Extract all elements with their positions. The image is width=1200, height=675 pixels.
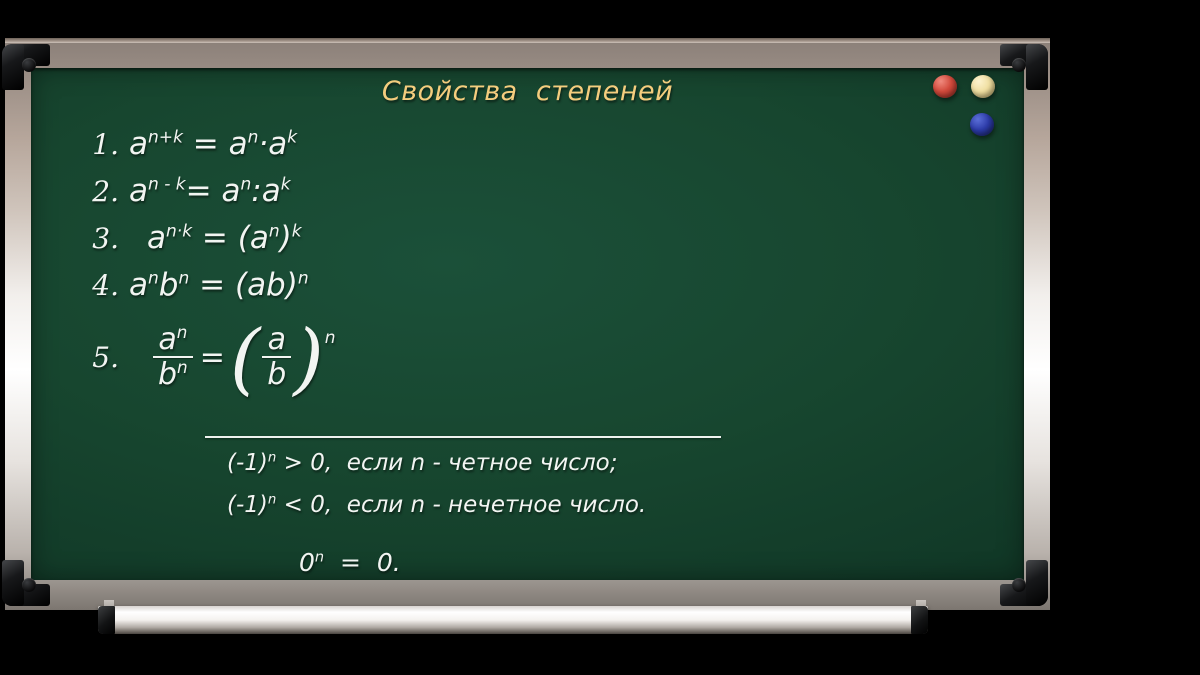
f2-exponent-n-minus-k: n - k — [148, 174, 186, 195]
bracket-stud-icon — [22, 58, 36, 72]
frac-left-den-base: b — [158, 357, 178, 392]
f4-exponent-n2: n — [178, 268, 190, 289]
bracket-arm-vertical — [1026, 44, 1048, 90]
note1-rest: > 0, если n - четное число; — [276, 450, 618, 476]
fraction-right: a b — [262, 321, 292, 392]
f1-exponent-n: n — [247, 127, 259, 148]
corner-bracket-bottom-left — [2, 560, 50, 606]
f1-base-a: a — [129, 126, 148, 162]
whiteboard-frame: Свойства степеней 1. an+k = an·ak 2. an … — [5, 38, 1050, 610]
bracket-arm-vertical — [1026, 560, 1048, 606]
formula-body-4: anbn = (ab)n — [129, 267, 309, 303]
magnet-red[interactable] — [933, 75, 957, 98]
frac-left-num-base: a — [158, 321, 177, 357]
f1-multiply-dot: · — [258, 126, 269, 162]
magnet-blue[interactable] — [970, 113, 994, 136]
f3-exponent-nk: n·k — [166, 221, 193, 242]
f1-equals: = — [182, 126, 229, 162]
formula-row-2: 2. an - k= an:ak — [31, 173, 771, 220]
big-paren-close: ) — [293, 313, 324, 404]
formula-number-3: 3. — [92, 222, 119, 255]
fraction-left-numerator: an — [153, 321, 192, 357]
formula-body-2: an - k= an:ak — [129, 173, 291, 209]
corner-bracket-top-right — [1000, 44, 1048, 90]
note3-exponent: n — [314, 549, 325, 566]
notes-section: (-1)n > 0, если n - четное число; (-1)n … — [31, 450, 1024, 580]
magnet-cream[interactable] — [971, 75, 995, 98]
fraction-left-denominator: bn — [153, 357, 193, 392]
note2-prefix: (-1) — [227, 492, 268, 518]
formula-list: 1. an+k = an·ak 2. an - k= an:ak 3. an·k… — [31, 126, 771, 400]
f1-exponent-nk: n+k — [148, 127, 183, 148]
f1-base-a2: a — [228, 126, 248, 162]
bracket-stud-icon — [1012, 578, 1026, 592]
f3-base-a: a — [147, 220, 166, 256]
f4-exponent-n3: n — [297, 268, 309, 289]
note-zero-power: 0n = 0. — [31, 534, 1024, 580]
fraction-equals: = — [199, 339, 225, 375]
page-title: Свойства степеней — [381, 76, 674, 107]
f2-base-a: a — [129, 173, 148, 209]
f2-base-a3: a — [261, 173, 281, 209]
screenshot-root: Свойства степеней 1. an+k = an·ak 2. an … — [0, 0, 1200, 675]
board-content: Свойства степеней 1. an+k = an·ak 2. an … — [31, 68, 1024, 580]
formula-body-3: an·k = (an)k — [129, 220, 302, 256]
formula-row-4: 4. anbn = (ab)n — [31, 267, 771, 314]
corner-bracket-bottom-right — [1000, 560, 1048, 606]
f1-base-a3: a — [268, 126, 288, 162]
f2-equals: = — [185, 173, 222, 209]
f3-equals: = — [192, 220, 238, 256]
fraction-right-denominator: b — [267, 357, 287, 392]
f1-exponent-k: k — [287, 127, 298, 148]
pen-tray-cap-right — [911, 606, 928, 634]
f3-exponent-k: k — [291, 221, 302, 242]
formula-number-5: 5. — [92, 340, 119, 374]
formula-number-4: 4. — [92, 269, 119, 302]
f2-divide-colon: : — [251, 173, 262, 209]
bracket-stud-icon — [1012, 58, 1026, 72]
bracket-stud-icon — [22, 578, 36, 592]
f4-equals: = — [189, 267, 235, 303]
formula-number-1: 1. — [92, 128, 119, 161]
note2-rest: < 0, если n - нечетное число. — [276, 492, 647, 518]
note3-rest: = 0. — [324, 548, 401, 577]
f2-base-a2: a — [221, 173, 241, 209]
f4-base-b: b — [158, 267, 179, 303]
f3-open-paren-a: (a — [237, 220, 269, 256]
formula-row-3: 3. an·k = (an)k — [31, 220, 771, 267]
formula-body-5: an bn = ( a b ) n — [151, 313, 336, 404]
formula-number-2: 2. — [92, 175, 119, 208]
corner-bracket-top-left — [2, 44, 50, 90]
note-even-exponent: (-1)n > 0, если n - четное число; — [31, 450, 1024, 492]
f4-base-a: a — [129, 267, 148, 303]
fraction-right-exponent: n — [324, 327, 336, 348]
fraction-left: an bn — [153, 321, 193, 392]
frac-left-num-exp: n — [176, 321, 188, 342]
note-odd-exponent: (-1)n < 0, если n - нечетное число. — [31, 492, 1024, 534]
big-paren-open: ( — [229, 313, 261, 404]
f4-exponent-n: n — [148, 268, 159, 289]
pen-tray-cap-left — [98, 606, 115, 634]
note3-prefix: 0 — [299, 548, 315, 577]
formula-row-5: 5. an bn = ( a b) n — [31, 314, 771, 400]
f4-ab-group: (ab) — [234, 267, 298, 303]
chalkboard-surface: Свойства степеней 1. an+k = an·ak 2. an … — [31, 68, 1024, 580]
horizontal-divider — [205, 436, 721, 438]
pen-tray — [98, 606, 928, 634]
f2-exponent-k: k — [280, 174, 291, 195]
bracket-arm-vertical — [2, 560, 24, 606]
formula-row-1: 1. an+k = an·ak — [31, 126, 771, 173]
bracket-arm-vertical — [2, 44, 24, 90]
f3-exponent-n: n — [268, 221, 280, 242]
f3-close-paren: ) — [279, 220, 292, 256]
frac-left-den-exp: n — [177, 357, 188, 377]
fraction-right-numerator: a — [267, 321, 286, 357]
note1-prefix: (-1) — [227, 450, 268, 476]
formula-body-1: an+k = an·ak — [129, 126, 297, 162]
f2-exponent-n: n — [240, 174, 252, 195]
